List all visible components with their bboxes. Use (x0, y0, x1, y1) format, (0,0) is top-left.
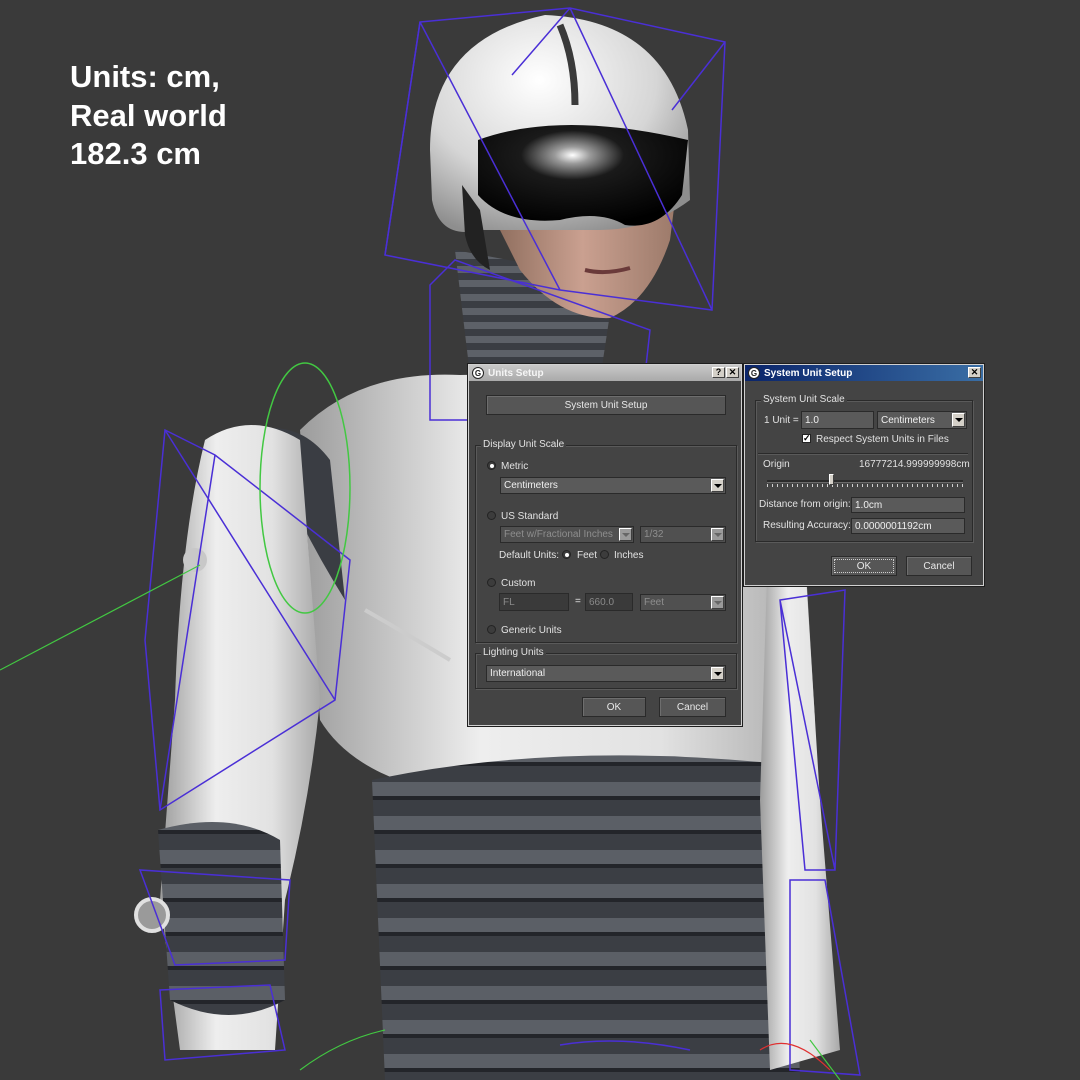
slider-thumb[interactable] (829, 474, 834, 485)
system-ok-button[interactable]: OK (831, 556, 897, 576)
metric-unit-value: Centimeters (504, 480, 558, 491)
close-icon[interactable]: ✕ (968, 367, 981, 378)
generic-units-radio[interactable] (487, 625, 496, 634)
lighting-units-label: Lighting Units (481, 647, 546, 658)
inches-radio[interactable] (600, 550, 609, 559)
us-standard-label: US Standard (501, 511, 559, 522)
help-button[interactable]: ? (712, 367, 725, 378)
distance-label: Distance from origin: (759, 499, 851, 510)
us-standard-dropdown[interactable]: Feet w/Fractional Inches (500, 526, 634, 543)
origin-label: Origin (763, 459, 790, 470)
custom-unit-value: Feet (644, 597, 665, 608)
units-annotation: Units: cm, Real world 182.3 cm (70, 58, 227, 174)
us-standard-radio[interactable] (487, 511, 496, 520)
units-cancel-button[interactable]: Cancel (659, 697, 726, 717)
annotation-line-2: Real world (70, 97, 227, 133)
annotation-line-3: 182.3 cm (70, 136, 201, 171)
unit-type-value: Centimeters (881, 414, 935, 426)
chevron-down-icon[interactable] (711, 667, 724, 680)
custom-name-input[interactable]: FL (499, 593, 569, 611)
origin-value: 16777214.999999998cm (859, 459, 970, 470)
us-standard-value: Feet w/Fractional Inches (504, 529, 613, 540)
fraction-value: 1/32 (644, 529, 664, 540)
chevron-down-icon[interactable] (619, 528, 632, 541)
default-units-label: Default Units: (499, 550, 560, 561)
origin-slider[interactable] (767, 472, 963, 488)
accuracy-value: 0.0000001192cm (851, 518, 965, 534)
feet-radio[interactable] (562, 550, 571, 559)
custom-unit-dropdown[interactable]: Feet (640, 594, 726, 611)
lighting-units-value: International (490, 668, 546, 679)
slider-track (767, 480, 963, 483)
system-unit-setup-dialog: G System Unit Setup ✕ System Unit Scale … (744, 364, 984, 586)
custom-value-input[interactable]: 660.0 (585, 593, 633, 611)
system-unit-setup-titlebar[interactable]: G System Unit Setup ✕ (745, 365, 983, 381)
slider-ticks (767, 484, 963, 487)
metric-unit-dropdown[interactable]: Centimeters (500, 477, 726, 494)
inches-label: Inches (614, 550, 644, 561)
origin-separator (758, 453, 968, 455)
system-unit-setup-button[interactable]: System Unit Setup (486, 395, 726, 415)
units-setup-title: Units Setup (488, 367, 544, 379)
lighting-units-dropdown[interactable]: International (486, 665, 726, 682)
chevron-down-icon[interactable] (711, 596, 724, 609)
display-unit-scale-label: Display Unit Scale (481, 439, 567, 450)
unit-value-input[interactable]: 1.0 (801, 411, 874, 429)
metric-radio[interactable] (487, 461, 496, 470)
system-unit-scale-label: System Unit Scale (761, 394, 847, 405)
distance-input[interactable]: 1.0cm (851, 497, 965, 513)
system-unit-setup-title: System Unit Setup (764, 367, 853, 379)
one-unit-label: 1 Unit = (764, 415, 799, 426)
custom-label: Custom (501, 578, 536, 589)
metric-label: Metric (501, 461, 529, 472)
custom-equals: = (575, 596, 581, 607)
units-ok-button[interactable]: OK (582, 697, 646, 717)
unit-type-dropdown[interactable]: Centimeters (877, 411, 967, 429)
fraction-dropdown[interactable]: 1/32 (640, 526, 726, 543)
generic-units-label: Generic Units (501, 625, 562, 636)
units-setup-dialog: G Units Setup ? ✕ System Unit Setup Disp… (468, 364, 742, 726)
respect-units-checkbox[interactable]: ✓ (802, 434, 811, 443)
app-icon: G (748, 367, 760, 379)
accuracy-label: Resulting Accuracy: (763, 520, 851, 531)
chevron-down-icon[interactable] (711, 479, 724, 492)
annotation-line-1: Units: cm, (70, 59, 220, 94)
respect-units-label: Respect System Units in Files (816, 434, 949, 445)
units-setup-titlebar[interactable]: G Units Setup ? ✕ (469, 365, 741, 381)
chevron-down-icon[interactable] (952, 413, 965, 427)
chevron-down-icon[interactable] (711, 528, 724, 541)
display-unit-scale-group: Display Unit Scale (475, 439, 737, 643)
app-icon: G (472, 367, 484, 379)
close-icon[interactable]: ✕ (726, 367, 739, 378)
system-cancel-button[interactable]: Cancel (906, 556, 972, 576)
feet-label: Feet (577, 550, 598, 561)
custom-radio[interactable] (487, 578, 496, 587)
